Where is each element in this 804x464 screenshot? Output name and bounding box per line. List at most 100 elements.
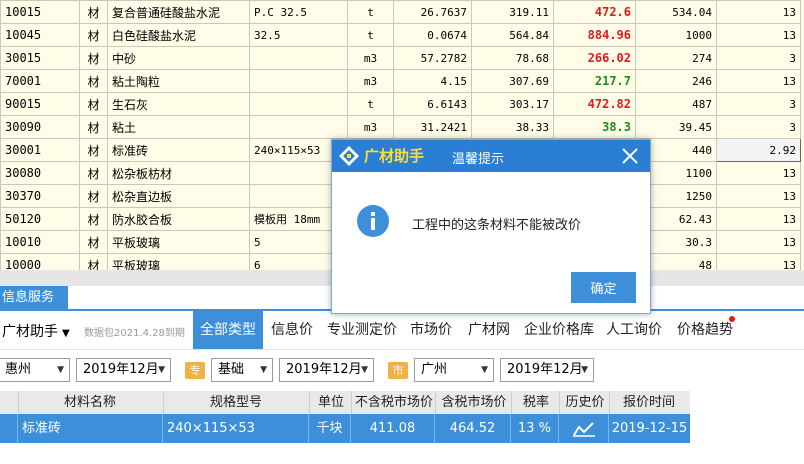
cell-p3[interactable]: 274: [635, 46, 717, 70]
cell-code[interactable]: 30090: [0, 115, 80, 139]
tab-price-trend[interactable]: 价格趋势: [677, 311, 733, 349]
category-select[interactable]: 基础 ▼: [211, 358, 273, 382]
info-service-tab[interactable]: 信息服务: [0, 286, 68, 310]
cell-p2[interactable]: 472.82: [553, 92, 636, 116]
tab-gcw[interactable]: 广材网: [468, 311, 510, 349]
cell-p1[interactable]: 307.69: [471, 69, 554, 93]
cell-tax[interactable]: 13: [716, 161, 801, 185]
col-price-ex-tax[interactable]: 不含税市场价: [352, 391, 436, 414]
tab-market-price[interactable]: 市场价: [410, 311, 452, 349]
col-unit[interactable]: 单位: [310, 391, 352, 414]
city-select[interactable]: 广州 ▼: [414, 358, 494, 382]
cell-code[interactable]: 70001: [0, 69, 80, 93]
cell-qty[interactable]: 0.0674: [393, 23, 472, 47]
cell-p3[interactable]: 1000: [635, 23, 717, 47]
tab-enterprise-library[interactable]: 企业价格库: [524, 311, 594, 349]
cell-p1[interactable]: 319.11: [471, 0, 554, 24]
cell-unit[interactable]: m3: [347, 46, 394, 70]
cell-tax[interactable]: 2.92: [716, 138, 801, 162]
cell-p2[interactable]: 266.02: [553, 46, 636, 70]
cell-unit[interactable]: m3: [347, 69, 394, 93]
cell-tax[interactable]: 13: [716, 23, 801, 47]
cell-p2[interactable]: 472.6: [553, 0, 636, 24]
cell-tax[interactable]: 3: [716, 115, 801, 139]
col-price-inc-tax[interactable]: 含税市场价: [436, 391, 512, 414]
cell-p3[interactable]: 39.45: [635, 115, 717, 139]
table-row[interactable]: 30015 材中砂 m3 57.2782 78.68 266.02 274 3: [0, 46, 801, 70]
cell-spec[interactable]: P.C 32.5: [249, 0, 348, 24]
cell-unit[interactable]: t: [347, 92, 394, 116]
tab-all-types[interactable]: 全部类型: [193, 311, 263, 349]
cell-name[interactable]: 标准砖: [107, 138, 250, 162]
cell-type[interactable]: 材: [79, 230, 108, 254]
col-quote-time[interactable]: 报价时间: [610, 391, 688, 414]
cell-qty[interactable]: 6.6143: [393, 92, 472, 116]
tab-manual-inquiry[interactable]: 人工询价: [606, 311, 662, 349]
cell-name[interactable]: 白色硅酸盐水泥: [107, 23, 250, 47]
cell-code[interactable]: 10015: [0, 0, 80, 24]
col-material-name[interactable]: 材料名称: [20, 391, 160, 414]
cell-tax[interactable]: 13: [716, 184, 801, 208]
cell-p1[interactable]: 564.84: [471, 23, 554, 47]
cell-name[interactable]: 平板玻璃: [107, 230, 250, 254]
cell-type[interactable]: 材: [79, 161, 108, 185]
cell-p2[interactable]: 38.3: [553, 115, 636, 139]
cell-unit[interactable]: t: [347, 0, 394, 24]
cell-tax[interactable]: 13: [716, 69, 801, 93]
table-row[interactable]: 30090 材粘土 m3 31.2421 38.33 38.3 39.45 3: [0, 115, 801, 139]
col-spec[interactable]: 规格型号: [165, 391, 307, 414]
cell-type[interactable]: 材: [79, 23, 108, 47]
period-select-info[interactable]: 2019年12月 ▼: [76, 358, 171, 382]
table-row[interactable]: 70001 材粘土陶粒 m3 4.15 307.69 217.7 246 13: [0, 69, 801, 93]
cell-unit[interactable]: m3: [347, 115, 394, 139]
col-tax-rate[interactable]: 税率: [512, 391, 560, 414]
cell-spec[interactable]: [249, 92, 348, 116]
cell-p2[interactable]: 884.96: [553, 23, 636, 47]
cell-type[interactable]: 材: [79, 69, 108, 93]
cell-qty[interactable]: 31.2421: [393, 115, 472, 139]
period-select-market[interactable]: 2019年12月 ▼: [500, 358, 594, 382]
cell-qty[interactable]: 57.2782: [393, 46, 472, 70]
cell-code[interactable]: 30015: [0, 46, 80, 70]
cell-type[interactable]: 材: [79, 46, 108, 70]
cell-name[interactable]: 松杂直边板: [107, 184, 250, 208]
cell-code[interactable]: 10010: [0, 230, 80, 254]
cell-p3[interactable]: 534.04: [635, 0, 717, 24]
cell-name[interactable]: 平板玻璃: [107, 253, 250, 270]
cell-name[interactable]: 复合普通硅酸盐水泥: [107, 0, 250, 24]
cell-type[interactable]: 材: [79, 253, 108, 270]
table-row[interactable]: 90015 材生石灰 t 6.6143 303.17 472.82 487 3: [0, 92, 801, 116]
cell-name[interactable]: 粘土陶粒: [107, 69, 250, 93]
cell-name[interactable]: 松杂板枋材: [107, 161, 250, 185]
table-row[interactable]: 10015 材复合普通硅酸盐水泥 P.C 32.5 t 26.7637 319.11 472…: [0, 0, 801, 24]
cell-p3[interactable]: 246: [635, 69, 717, 93]
tab-info-price[interactable]: 信息价: [271, 311, 313, 349]
cell-spec[interactable]: [249, 69, 348, 93]
cell-type[interactable]: 材: [79, 138, 108, 162]
cell-spec[interactable]: 32.5: [249, 23, 348, 47]
close-icon[interactable]: [619, 145, 641, 167]
cell-type[interactable]: 材: [79, 92, 108, 116]
table-row[interactable]: 标准砖 240×115×53 千块 411.08 464.52 13 % 201…: [0, 414, 690, 443]
cell-tax[interactable]: 13: [716, 253, 801, 270]
cell-name[interactable]: 中砂: [107, 46, 250, 70]
cell-qty[interactable]: 26.7637: [393, 0, 472, 24]
cell-tax[interactable]: 13: [716, 230, 801, 254]
cell-code[interactable]: 10000: [0, 253, 80, 270]
cell-name[interactable]: 粘土: [107, 115, 250, 139]
region-select[interactable]: 惠州 ▼: [0, 358, 70, 382]
cell-type[interactable]: 材: [79, 207, 108, 231]
tab-professional-price[interactable]: 专业测定价: [327, 311, 397, 349]
cell-qty[interactable]: 4.15: [393, 69, 472, 93]
cell-tax[interactable]: 13: [716, 207, 801, 231]
cell-code[interactable]: 10045: [0, 23, 80, 47]
col-history[interactable]: 历史价: [560, 391, 610, 414]
cell-name[interactable]: 防水胶合板: [107, 207, 250, 231]
cell-code[interactable]: 30001: [0, 138, 80, 162]
cell-name[interactable]: 生石灰: [107, 92, 250, 116]
cell-tax[interactable]: 3: [716, 92, 801, 116]
cell-tax[interactable]: 3: [716, 46, 801, 70]
cell-code[interactable]: 30370: [0, 184, 80, 208]
cell-tax[interactable]: 13: [716, 0, 801, 24]
cell-unit[interactable]: t: [347, 23, 394, 47]
